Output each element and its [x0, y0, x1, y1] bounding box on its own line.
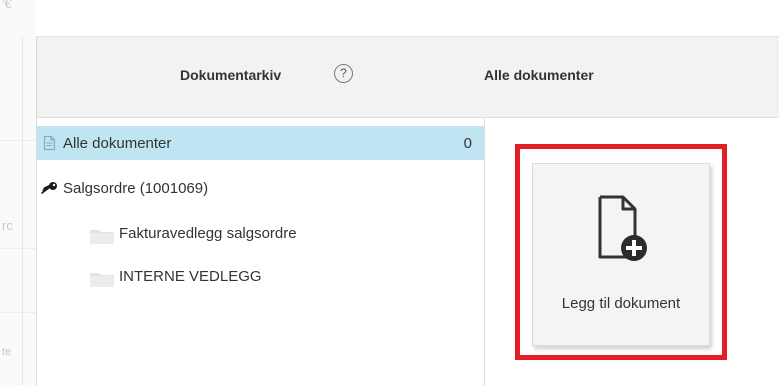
tree-item-interne-vedlegg[interactable]: INTERNE VEDLEGG [37, 259, 484, 293]
background-text: '€ [2, 0, 12, 11]
background-divider [22, 36, 23, 385]
background-divider [0, 140, 36, 141]
tree-item-all-documents[interactable]: Alle dokumenter 0 [37, 126, 484, 160]
tree-item-fakturavedlegg[interactable]: Fakturavedlegg salgsordre [37, 216, 484, 250]
background-text: rc [2, 218, 13, 233]
add-document-icon [597, 194, 649, 269]
dialog-header: Dokumentarkiv ? Alle dokumenter [37, 37, 779, 118]
background-page-edge: '€ rc te [0, 0, 36, 385]
background-divider [0, 248, 36, 249]
key-icon [40, 181, 58, 200]
tree-item-label: Salgsordre (1001069) [63, 180, 209, 197]
tree-item-label: Alle dokumenter [63, 135, 172, 152]
tree-item-salgsordre[interactable]: Salgsordre (1001069) [37, 171, 484, 205]
archive-title: Dokumentarkiv [180, 67, 282, 83]
document-count: 0 [463, 135, 472, 152]
folder-icon [90, 271, 114, 292]
add-document-label: Legg til dokument [561, 295, 681, 312]
tree-item-label: INTERNE VEDLEGG [119, 268, 262, 285]
document-archive-dialog: Dokumentarkiv ? Alle dokumenter Alle dok… [36, 36, 779, 386]
background-divider [0, 312, 36, 313]
document-content-area: Legg til dokument [485, 118, 779, 386]
tree-item-label: Fakturavedlegg salgsordre [119, 225, 297, 242]
content-title: Alle dokumenter [484, 67, 594, 83]
folder-icon [90, 228, 114, 249]
add-document-button[interactable]: Legg til dokument [532, 163, 710, 346]
document-icon [43, 135, 56, 156]
background-text: te [2, 346, 12, 358]
help-icon[interactable]: ? [334, 64, 353, 83]
folder-tree: Alle dokumenter 0 Salgsordre (1001069) F… [37, 118, 485, 386]
